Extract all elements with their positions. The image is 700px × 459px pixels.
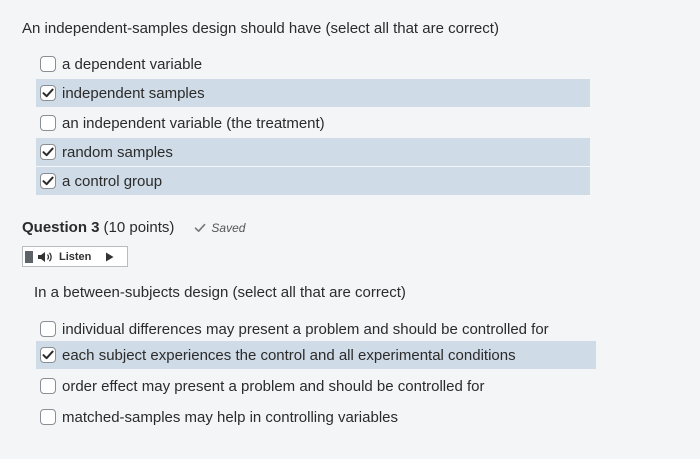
option-label: individual differences may present a pro…	[62, 320, 549, 338]
question-2-prompt: An independent-samples design should hav…	[22, 20, 499, 37]
saved-label: Saved	[211, 220, 246, 235]
option-label: a control group	[62, 172, 163, 190]
option-label: a dependent variable	[62, 55, 203, 73]
option-label: an independent variable (the treatment)	[62, 114, 325, 132]
option-label: matched-samples may help in controlling …	[62, 408, 398, 426]
question-3-header: Question 3 (10 points) Saved	[22, 219, 245, 236]
option-label: random samples	[62, 143, 173, 161]
q2-option-random-samples[interactable]: random samples	[36, 138, 590, 166]
checkbox[interactable]	[40, 115, 56, 131]
check-icon	[195, 223, 206, 232]
q2-option-independent-variable[interactable]: an independent variable (the treatment)	[36, 109, 586, 137]
q2-option-dependent-variable[interactable]: a dependent variable	[36, 50, 586, 78]
q3-option-matched-samples[interactable]: matched-samples may help in controlling …	[36, 403, 596, 431]
question-3-prompt: In a between-subjects design (select all…	[34, 284, 406, 301]
checkbox[interactable]	[40, 85, 56, 101]
checkmark-icon	[42, 176, 54, 186]
speaker-icon	[38, 251, 52, 262]
option-label: each subject experiences the control and…	[62, 346, 516, 364]
q3-option-order-effect[interactable]: order effect may present a problem and s…	[36, 372, 596, 400]
checkbox[interactable]	[40, 173, 56, 189]
checkmark-icon	[42, 88, 54, 98]
checkbox[interactable]	[40, 347, 56, 363]
checkmark-icon	[42, 350, 54, 360]
listen-label: Listen	[59, 250, 92, 263]
checkbox[interactable]	[40, 409, 56, 425]
play-icon[interactable]	[105, 252, 114, 262]
checkbox[interactable]	[40, 378, 56, 394]
q2-option-control-group[interactable]: a control group	[36, 167, 590, 195]
question-points: (10 points)	[103, 219, 175, 236]
drag-handle-icon[interactable]	[25, 250, 33, 263]
option-label: independent samples	[62, 84, 205, 102]
listen-button[interactable]: Listen	[22, 246, 128, 267]
question-title: Question 3	[22, 219, 100, 236]
q2-option-independent-samples[interactable]: independent samples	[36, 79, 590, 107]
saved-status: Saved	[194, 221, 245, 235]
checkmark-icon	[42, 147, 54, 157]
q3-option-individual-differences[interactable]: individual differences may present a pro…	[36, 315, 596, 343]
option-label: order effect may present a problem and s…	[62, 377, 485, 395]
checkbox[interactable]	[40, 56, 56, 72]
checkbox[interactable]	[40, 144, 56, 160]
q3-option-each-subject[interactable]: each subject experiences the control and…	[36, 341, 596, 369]
checkbox[interactable]	[40, 321, 56, 337]
